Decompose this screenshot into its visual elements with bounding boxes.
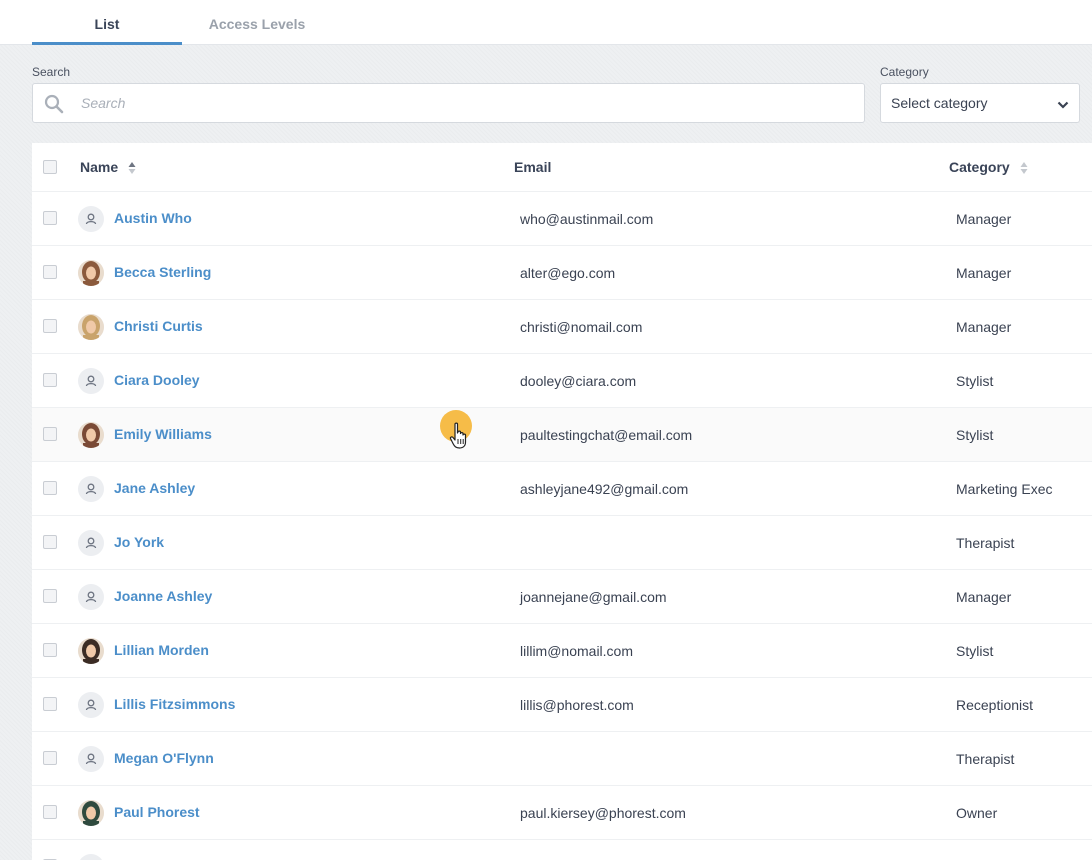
staff-category: Marketing Exec <box>956 481 1053 497</box>
column-header-category-label: Category <box>949 159 1010 175</box>
staff-email: alter@ego.com <box>520 265 616 281</box>
category-select-value: Select category <box>891 95 988 111</box>
table-row[interactable]: Lillian Morden lillim@nomail.com Stylist <box>32 623 1092 677</box>
staff-name-link[interactable]: Joanne Ashley <box>114 588 212 604</box>
user-placeholder-icon <box>78 584 104 610</box>
staff-category: Stylist <box>956 643 994 659</box>
row-checkbox[interactable] <box>43 265 57 279</box>
staff-email: paul.kiersey@phorest.com <box>520 805 686 821</box>
staff-category: Manager <box>956 211 1012 227</box>
staff-name-link[interactable]: Emily Williams <box>114 426 212 442</box>
avatar <box>78 260 104 286</box>
row-checkbox[interactable] <box>43 535 57 549</box>
staff-email: lillis@phorest.com <box>520 697 634 713</box>
tab-bar: List Access Levels <box>0 0 1092 45</box>
row-checkbox[interactable] <box>43 805 57 819</box>
chevron-down-icon <box>1057 98 1069 110</box>
search-box[interactable] <box>32 83 865 123</box>
select-all-checkbox[interactable] <box>43 160 57 174</box>
user-placeholder-icon <box>78 368 104 394</box>
row-checkbox[interactable] <box>43 427 57 441</box>
user-placeholder-icon <box>78 476 104 502</box>
row-checkbox[interactable] <box>43 319 57 333</box>
table-row[interactable]: Joanne Ashley joannejane@gmail.com Manager <box>32 569 1092 623</box>
avatar <box>78 800 104 826</box>
column-header-name[interactable]: Name <box>80 159 136 175</box>
hand-pointer-icon <box>449 422 469 450</box>
row-checkbox[interactable] <box>43 481 57 495</box>
table-header: Name Email Category <box>32 143 1092 191</box>
column-header-email: Email <box>514 159 552 175</box>
row-checkbox[interactable] <box>43 211 57 225</box>
staff-category: Stylist <box>956 427 994 443</box>
staff-name-link[interactable]: Lillis Fitzsimmons <box>114 696 235 712</box>
user-placeholder-icon <box>78 206 104 232</box>
staff-name-link[interactable]: Jo York <box>114 534 164 550</box>
row-checkbox[interactable] <box>43 751 57 765</box>
staff-email: who@austinmail.com <box>520 211 654 227</box>
staff-category: Manager <box>956 265 1012 281</box>
staff-category: Manager <box>956 319 1012 335</box>
staff-name-link[interactable]: Paul Phorest <box>114 804 200 820</box>
table-row[interactable]: Jane Ashley ashleyjane492@gmail.com Market… <box>32 461 1092 515</box>
staff-category: Receptionist <box>956 697 1034 713</box>
avatar <box>78 422 104 448</box>
staff-name-link[interactable]: Lillian Morden <box>114 642 209 658</box>
table-row[interactable]: Megan O'Flynn Therapist <box>32 731 1092 785</box>
row-checkbox[interactable] <box>43 697 57 711</box>
avatar <box>78 314 104 340</box>
table-row[interactable]: Paul Phorest paul.kiersey@phorest.com Owne… <box>32 785 1092 839</box>
search-label: Search <box>32 65 71 79</box>
tab-access-levels[interactable]: Access Levels <box>182 0 332 45</box>
staff-category: Owner <box>956 805 998 821</box>
search-input[interactable] <box>81 92 841 114</box>
staff-category: Therapist <box>956 751 1015 767</box>
staff-name-link[interactable]: Jane Ashley <box>114 480 195 496</box>
column-header-name-label: Name <box>80 159 119 175</box>
staff-name-link[interactable]: Christi Curtis <box>114 318 203 334</box>
sort-icon <box>1020 161 1028 175</box>
table-row[interactable]: Ciara Dooley dooley@ciara.com Stylist <box>32 353 1092 407</box>
staff-email: paultestingchat@email.com <box>520 427 693 443</box>
table-row[interactable]: Christi Curtis christi@nomail.com Manager <box>32 299 1092 353</box>
tab-list[interactable]: List <box>32 0 182 45</box>
staff-category: Therapist <box>956 535 1015 551</box>
avatar <box>78 638 104 664</box>
staff-category: Stylist <box>956 373 994 389</box>
row-checkbox[interactable] <box>43 373 57 387</box>
search-icon <box>43 93 65 115</box>
table-row[interactable]: Emily Williams paultestingchat@email.com S… <box>32 407 1092 461</box>
staff-table: Name Email Category Austin Who who@austin… <box>32 143 1092 860</box>
table-row[interactable] <box>32 839 1092 860</box>
table-row[interactable]: Jo York Therapist <box>32 515 1092 569</box>
user-placeholder-icon <box>78 854 104 860</box>
staff-email: lillim@nomail.com <box>520 643 634 659</box>
staff-email: dooley@ciara.com <box>520 373 637 389</box>
user-placeholder-icon <box>78 692 104 718</box>
table-row[interactable]: Austin Who who@austinmail.com Manager <box>32 191 1092 245</box>
column-header-category[interactable]: Category <box>949 159 1028 175</box>
category-label: Category <box>880 65 929 79</box>
category-select[interactable]: Select category <box>880 83 1080 123</box>
staff-name-link[interactable]: Becca Sterling <box>114 264 211 280</box>
staff-email: ashleyjane492@gmail.com <box>520 481 689 497</box>
staff-category: Manager <box>956 589 1012 605</box>
staff-name-link[interactable]: Megan O'Flynn <box>114 750 214 766</box>
table-row[interactable]: Becca Sterling alter@ego.com Manager <box>32 245 1092 299</box>
sort-icon <box>128 161 136 175</box>
row-checkbox[interactable] <box>43 643 57 657</box>
table-row[interactable]: Lillis Fitzsimmons lillis@phorest.com Rece… <box>32 677 1092 731</box>
staff-name-link[interactable]: Ciara Dooley <box>114 372 200 388</box>
staff-name-link[interactable]: Austin Who <box>114 210 192 226</box>
staff-email: joannejane@gmail.com <box>520 589 667 605</box>
user-placeholder-icon <box>78 530 104 556</box>
row-checkbox[interactable] <box>43 589 57 603</box>
staff-email: christi@nomail.com <box>520 319 643 335</box>
user-placeholder-icon <box>78 746 104 772</box>
